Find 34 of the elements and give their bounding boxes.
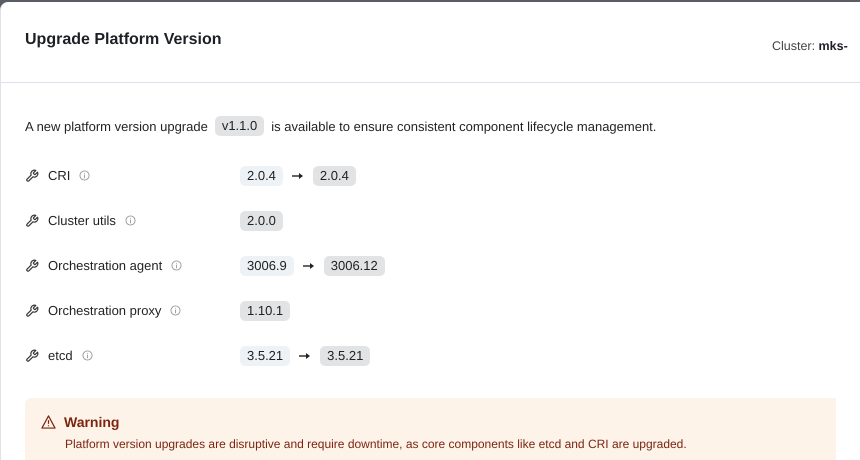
- info-icon[interactable]: [170, 305, 182, 316]
- component-name: Orchestration proxy: [48, 303, 162, 318]
- version-tag: 3.5.21: [320, 346, 370, 366]
- version-tag: 3006.9: [240, 256, 294, 276]
- version-tag: 1.10.1: [240, 300, 290, 320]
- warning-message: Platform version upgrades are disruptive and require downtime, as core components like etcd and CRI are upgraded.: [65, 437, 688, 451]
- wrench-icon: [25, 304, 39, 318]
- component-name: etcd: [48, 348, 73, 363]
- info-icon[interactable]: [171, 260, 182, 271]
- version-tag: 2.0.4: [312, 166, 356, 186]
- dialog-title: Upgrade Platform Version: [25, 31, 222, 49]
- intro-text: A new platform version upgrade: [25, 118, 208, 134]
- info-icon[interactable]: [124, 215, 136, 226]
- version-tag: 2.0.4: [240, 166, 283, 186]
- wrench-icon: [25, 258, 39, 272]
- component-name: CRI: [48, 168, 70, 183]
- wrench-icon: [25, 168, 39, 182]
- cluster-label: Cluster: mks-: [772, 39, 849, 53]
- version-tag: 2.0.0: [240, 210, 283, 230]
- wrench-icon: [25, 348, 39, 362]
- warning-title: Warning: [64, 414, 120, 430]
- arrow-icon: [302, 262, 315, 270]
- component-name: Orchestration agent: [48, 258, 162, 273]
- arrow-icon: [292, 172, 304, 180]
- info-icon[interactable]: [82, 350, 93, 361]
- version-tag: v1.1.0: [214, 116, 264, 136]
- warning-icon: [41, 415, 56, 429]
- version-tag: 3006.12: [324, 256, 385, 276]
- wrench-icon: [25, 214, 39, 228]
- info-icon[interactable]: [79, 170, 90, 181]
- version-tag: 3.5.21: [240, 346, 290, 366]
- arrow-icon: [299, 352, 312, 360]
- intro-text: is available to ensure consistent component lifecycle management.: [271, 118, 656, 134]
- component-name: Cluster utils: [48, 213, 116, 228]
